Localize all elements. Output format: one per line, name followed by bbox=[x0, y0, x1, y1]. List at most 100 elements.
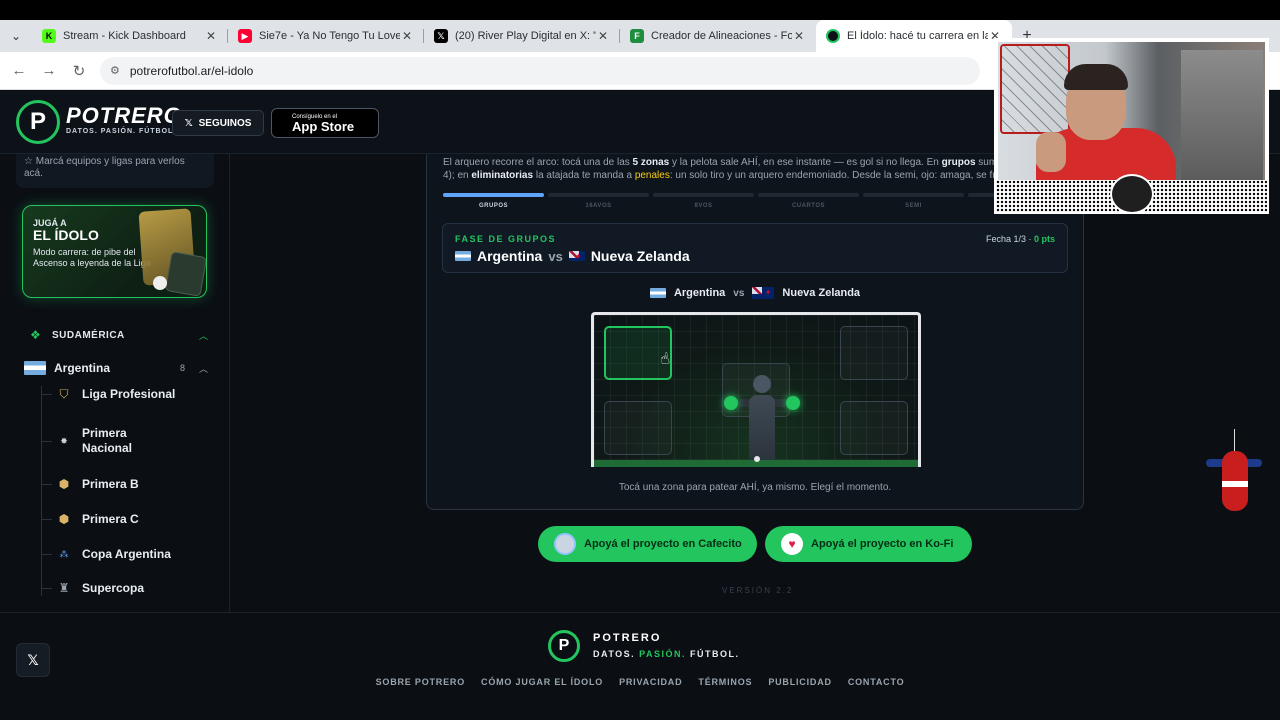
country-argentina[interactable]: Argentina 8 ︿ bbox=[24, 359, 208, 377]
tab-x[interactable]: 𝕏 (20) River Play Digital en X: "Lo ✕ bbox=[424, 20, 620, 52]
streamer-webcam-overlay bbox=[994, 38, 1269, 214]
penalty-ball bbox=[754, 456, 760, 462]
close-tab-icon[interactable]: ✕ bbox=[204, 29, 218, 43]
goalkeeper-head bbox=[753, 375, 771, 393]
streamer-hand bbox=[1036, 132, 1066, 172]
tab-youtube[interactable]: ▶ Sie7e - Ya No Tengo Tu Love (O ✕ bbox=[228, 20, 424, 52]
region-pin-icon: ❖ bbox=[30, 328, 41, 342]
step-grupos: GRUPOS bbox=[443, 193, 544, 213]
site-footer: 𝕏 P POTRERO DATOS. PASIÓN. FÚTBOL. SOBRE… bbox=[0, 612, 1280, 720]
step-label: SEMI bbox=[905, 203, 922, 209]
app-store-button[interactable]: Consíguelo en el App Store bbox=[271, 108, 379, 138]
step-label: CUARTOS bbox=[791, 203, 826, 209]
close-tab-icon[interactable]: ✕ bbox=[792, 29, 806, 43]
potrero-icon bbox=[826, 29, 840, 43]
logo-letter: P bbox=[558, 637, 570, 654]
penalty-matchup: Argentina vs Nueva Zelanda bbox=[427, 287, 1083, 299]
tab-kick[interactable]: K Stream - Kick Dashboard ✕ bbox=[32, 20, 228, 52]
goalkeeper-body bbox=[749, 395, 775, 463]
match-header: FASE DE GRUPOS Argentina vs Nueva Zeland… bbox=[442, 223, 1068, 273]
spider-web-decoration bbox=[1000, 44, 1070, 134]
support-cafecito-button[interactable]: Apoyá el proyecto en Cafecito bbox=[538, 526, 757, 562]
sidebar-item-primera-c[interactable]: ⬢ Primera C bbox=[42, 510, 216, 528]
intro-text: la atajada te manda a bbox=[533, 170, 635, 181]
brand-name[interactable]: POTRERO bbox=[66, 103, 182, 129]
footer-potrero-logo-icon[interactable]: P bbox=[548, 630, 580, 662]
follow-label: SEGUINOS bbox=[198, 117, 252, 129]
footer-link-sobre[interactable]: SOBRE POTRERO bbox=[376, 677, 465, 687]
step-16avos: 16AVOS bbox=[548, 193, 649, 213]
away-team: Nueva Zelanda bbox=[782, 287, 861, 299]
potrero-logo-icon[interactable]: P bbox=[16, 100, 60, 144]
penalty-hint: Tocá una zona para patear AHÍ, ya mismo.… bbox=[618, 482, 892, 493]
away-team: Nueva Zelanda bbox=[590, 248, 690, 264]
league-name: Liga Profesional bbox=[82, 386, 176, 401]
footer-link-privacidad[interactable]: PRIVACIDAD bbox=[619, 677, 682, 687]
step-label: 16AVOS bbox=[585, 203, 612, 209]
intro-text: 4); en bbox=[443, 170, 472, 181]
match-phase: FASE DE GRUPOS bbox=[455, 234, 557, 244]
chevron-up-icon[interactable]: ︿ bbox=[199, 329, 208, 342]
spiderman-overlay-image bbox=[1206, 429, 1262, 519]
x-icon: 𝕏 bbox=[434, 29, 448, 43]
home-team: Argentina bbox=[477, 248, 543, 264]
argentina-flag-icon bbox=[455, 251, 471, 261]
x-social-button[interactable]: 𝕏 bbox=[16, 643, 50, 677]
sidebar-item-primera-nacional[interactable]: ✸ Primera Nacional bbox=[42, 426, 216, 456]
tab-title: Creador de Alineaciones - Form bbox=[651, 30, 792, 42]
tab-el-idolo[interactable]: El Ídolo: hacé tu carrera en la L ✕ bbox=[816, 20, 1012, 52]
chevron-up-icon[interactable]: ︿ bbox=[199, 362, 208, 375]
tab-forms[interactable]: F Creador de Alineaciones - Form ✕ bbox=[620, 20, 816, 52]
close-tab-icon[interactable]: ✕ bbox=[596, 29, 610, 43]
footer-link-como-jugar[interactable]: CÓMO JUGAR EL ÍDOLO bbox=[481, 677, 603, 687]
back-arrow-icon[interactable]: ← bbox=[4, 62, 34, 79]
footer-link-contacto[interactable]: CONTACTO bbox=[848, 677, 905, 687]
footer-link-terminos[interactable]: TÉRMINOS bbox=[698, 677, 752, 687]
goalkeeper-glove-right bbox=[786, 396, 800, 410]
match-round-text: Fecha 1/3 · bbox=[985, 234, 1034, 244]
follow-x-button[interactable]: 𝕏 SEGUINOS bbox=[172, 110, 264, 136]
favorites-hint: ☆ Marcá equipos y ligas para verlos acá. bbox=[16, 154, 214, 188]
site-info-icon[interactable]: ⚙ bbox=[110, 64, 120, 77]
footer-link-publicidad[interactable]: PUBLICIDAD bbox=[768, 677, 832, 687]
el-idolo-promo-card[interactable]: JUGÁ A EL ÍDOLO Modo carrera: de pibe de… bbox=[22, 205, 207, 298]
cafecito-icon bbox=[554, 533, 576, 555]
webcam-shelf bbox=[1181, 50, 1263, 180]
intro-highlight: penales bbox=[634, 170, 670, 181]
tab-title: (20) River Play Digital en X: "Lo bbox=[455, 30, 596, 42]
sidebar-item-copa-argentina[interactable]: ⁂ Copa Argentina bbox=[42, 545, 216, 563]
kick-icon: K bbox=[42, 29, 56, 43]
country-league-count: 8 bbox=[179, 363, 185, 373]
zone-bottom-right[interactable] bbox=[840, 401, 908, 455]
tab-title: El Ídolo: hacé tu carrera en la L bbox=[847, 30, 988, 42]
game-instructions: El arquero recorre el arco: tocá una de … bbox=[443, 156, 1003, 182]
zone-bottom-left[interactable] bbox=[604, 401, 672, 455]
tagline-part: DATOS. bbox=[593, 649, 640, 659]
league-name: Primera C bbox=[82, 511, 139, 526]
tree-line bbox=[41, 386, 42, 596]
url-text: potrerofutbol.ar/el-idolo bbox=[129, 63, 254, 78]
step-cuartos: CUARTOS bbox=[758, 193, 859, 213]
idolo-card-image bbox=[164, 251, 206, 297]
footer-tagline: DATOS. PASIÓN. FÚTBOL. bbox=[593, 649, 740, 659]
league-name: Primera B bbox=[82, 476, 139, 491]
region-sudamerica[interactable]: ❖ SUDAMÉRICA ︿ bbox=[30, 326, 208, 344]
support-kofi-button[interactable]: ♥ Apoyá el proyecto en Ko-Fi bbox=[765, 526, 972, 562]
soccer-ball-icon bbox=[153, 276, 167, 290]
forward-arrow-icon[interactable]: → bbox=[34, 62, 64, 79]
reload-icon[interactable]: ↻ bbox=[64, 62, 94, 80]
url-input[interactable]: ⚙ potrerofutbol.ar/el-idolo bbox=[100, 56, 980, 85]
sidebar-item-primera-b[interactable]: ⬢ Primera B bbox=[42, 475, 216, 493]
kofi-heart-icon: ♥ bbox=[781, 533, 803, 555]
zone-top-right[interactable] bbox=[840, 326, 908, 380]
tab-search-chevron-icon[interactable]: ⌄ bbox=[0, 20, 32, 52]
vs-label: vs bbox=[548, 248, 563, 264]
sidebar: ☆ Marcá equipos y ligas para verlos acá.… bbox=[0, 154, 230, 612]
window-top-strip bbox=[0, 0, 1280, 20]
sidebar-item-liga-profesional[interactable]: ⛉ Liga Profesional bbox=[42, 385, 216, 403]
country-name: Argentina bbox=[54, 361, 111, 375]
el-idolo-game-panel: El arquero recorre el arco: tocá una de … bbox=[426, 154, 1084, 510]
goal-area: ☝ bbox=[591, 312, 921, 467]
star-icon: ☆ bbox=[24, 156, 36, 167]
close-tab-icon[interactable]: ✕ bbox=[400, 29, 414, 43]
